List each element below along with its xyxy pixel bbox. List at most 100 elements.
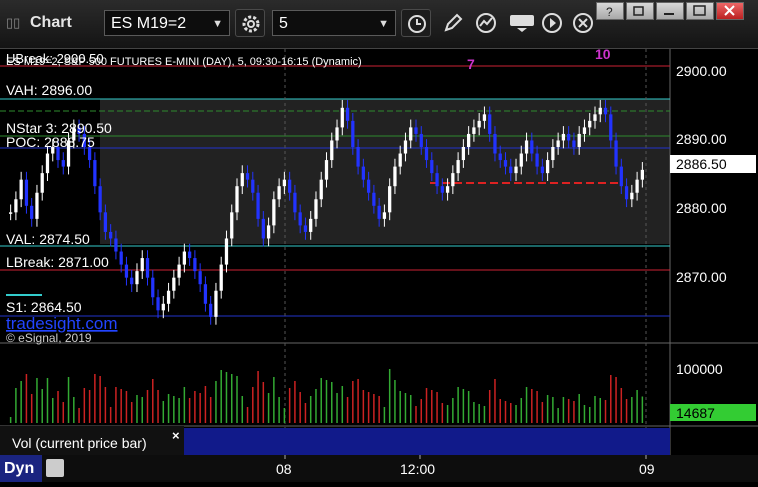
volume-bar (636, 390, 638, 423)
candle-body (467, 133, 471, 147)
window-close-button[interactable] (716, 2, 744, 20)
clock-button[interactable] (401, 9, 431, 37)
symbol-value: ES M19=2 (111, 15, 187, 32)
volume-bar (352, 381, 354, 423)
candle-body (440, 186, 444, 193)
candle-body (145, 258, 150, 278)
price-chart[interactable]: ES M19=2, S&P 500 FUTURES E-MINI (DAY), … (0, 49, 758, 455)
candle-body (351, 120, 355, 147)
candle-body (235, 186, 239, 213)
candle-body (603, 107, 608, 115)
candle-body (630, 192, 634, 200)
candle-body (187, 251, 192, 259)
volume-bar (141, 397, 143, 423)
time-axis: 08 12:00 09 (0, 455, 758, 482)
candle-body (330, 140, 334, 161)
maximize-button[interactable] (686, 2, 714, 20)
candle-body (414, 127, 418, 134)
time-tick-09: 09 (639, 461, 655, 477)
candle-body (124, 264, 129, 278)
volume-bar (557, 408, 559, 423)
play-button[interactable] (537, 9, 567, 37)
volume-bar (341, 386, 344, 423)
restore-button[interactable] (626, 2, 654, 20)
interval-field[interactable]: 5 ▼ (272, 10, 396, 36)
candle-body (514, 166, 518, 174)
candle-body (177, 264, 181, 278)
candle-body (551, 147, 555, 161)
volume-bar (499, 399, 501, 423)
candle-body (203, 284, 208, 304)
volume-bar (567, 399, 570, 423)
restore-icon (633, 6, 644, 16)
volume-bar (46, 378, 49, 423)
volume-bar (220, 370, 222, 423)
candle-body (209, 303, 213, 317)
volume-current-label: 14687 (676, 405, 715, 421)
last-price-label: 2886.50 (676, 156, 727, 172)
close-chart-button[interactable] (568, 9, 598, 37)
minimize-button[interactable] (656, 2, 684, 20)
volume-bar (88, 390, 91, 423)
s1-label: S1: 2864.50 (6, 299, 82, 315)
ubreak-label: UBreak: 2900.50 (6, 51, 104, 66)
chevron-down-icon[interactable]: ▼ (212, 11, 223, 37)
volume-bar (20, 381, 22, 423)
study-close-icon[interactable]: × (172, 428, 180, 443)
price-tick-2870: 2870.00 (676, 269, 727, 285)
candle-body (93, 160, 97, 187)
grip-icon[interactable]: ▯▯ (6, 15, 20, 31)
annotation-10: 10 (595, 49, 611, 62)
volume-bar (152, 379, 154, 423)
candle-body (298, 212, 302, 226)
draw-button[interactable] (438, 9, 468, 37)
volume-bar (362, 390, 365, 423)
candle-body (361, 166, 365, 180)
candle-body (24, 179, 29, 206)
volume-bar (299, 392, 301, 423)
candle-body (419, 133, 423, 147)
volume-bar (120, 389, 122, 423)
candle-body (114, 238, 118, 252)
clock-icon (408, 15, 426, 33)
candle-body (335, 127, 339, 141)
candle-body (272, 199, 276, 226)
price-tick-2880: 2880.00 (676, 200, 727, 216)
volume-bar (357, 379, 359, 423)
candle-body (624, 186, 629, 200)
help-button[interactable]: ? (596, 2, 624, 20)
volume-bar (57, 391, 59, 423)
volume-bar (215, 381, 217, 423)
volume-bar (162, 401, 165, 423)
volume-bar (478, 404, 480, 423)
settings-button[interactable] (235, 9, 265, 37)
symbol-field[interactable]: ES M19=2 ▼ (104, 10, 230, 36)
volume-bar (599, 398, 602, 423)
studies-button[interactable] (471, 9, 501, 37)
candle-body (461, 147, 466, 161)
play-icon (542, 13, 562, 33)
volume-bar (536, 391, 538, 423)
volume-bar (230, 374, 233, 423)
candle-body (277, 186, 281, 200)
volume-tick-100000: 100000 (676, 361, 723, 377)
candle-body (388, 186, 392, 213)
volume-bar (136, 395, 138, 423)
get-button[interactable] (505, 9, 535, 37)
chevron-down-icon[interactable]: ▼ (378, 11, 389, 37)
volume-bar (457, 387, 459, 423)
candle-body (493, 133, 497, 154)
interval-value: 5 (279, 15, 288, 32)
volume-bar (446, 405, 449, 423)
candle-body (45, 153, 50, 174)
volume-bar (130, 402, 133, 423)
volume-bar (494, 379, 496, 423)
volume-bar (483, 406, 486, 423)
lock-icon[interactable] (46, 459, 64, 477)
dynamic-toggle[interactable]: Dyn (0, 455, 42, 482)
candle-body (151, 277, 155, 298)
candle-body (230, 212, 234, 239)
val-label: VAL: 2874.50 (6, 231, 90, 247)
volume-bar (541, 402, 544, 423)
volume-bar (573, 401, 575, 423)
